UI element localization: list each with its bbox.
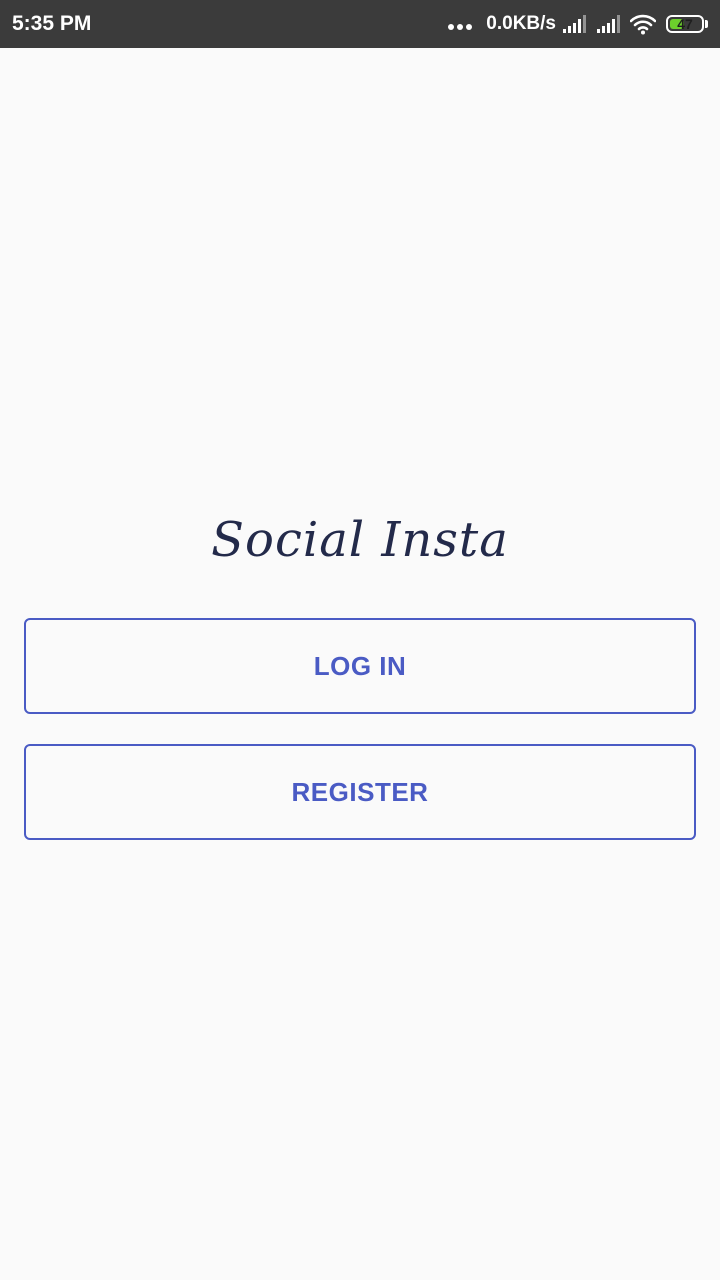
more-dots-icon bbox=[448, 24, 473, 30]
app-logo: Social Insta bbox=[211, 512, 509, 568]
register-button-label: REGISTER bbox=[291, 776, 429, 807]
wifi-icon bbox=[630, 14, 656, 35]
status-icons: 0.0KB/s 47 bbox=[448, 10, 708, 38]
battery-icon: 47 bbox=[666, 15, 704, 33]
battery-level: 47 bbox=[677, 16, 693, 32]
signal-icon bbox=[563, 15, 586, 33]
network-speed: 0.0KB/s bbox=[486, 13, 556, 34]
login-button-label: LOG IN bbox=[313, 650, 407, 681]
status-time: 5:35 PM bbox=[12, 12, 92, 35]
battery-cap bbox=[705, 20, 708, 28]
register-button[interactable]: REGISTER bbox=[24, 744, 696, 840]
status-bar: 5:35 PM 0.0KB/s 47 bbox=[0, 0, 720, 48]
signal-icon bbox=[597, 15, 620, 33]
login-button[interactable]: LOG IN bbox=[24, 618, 696, 714]
